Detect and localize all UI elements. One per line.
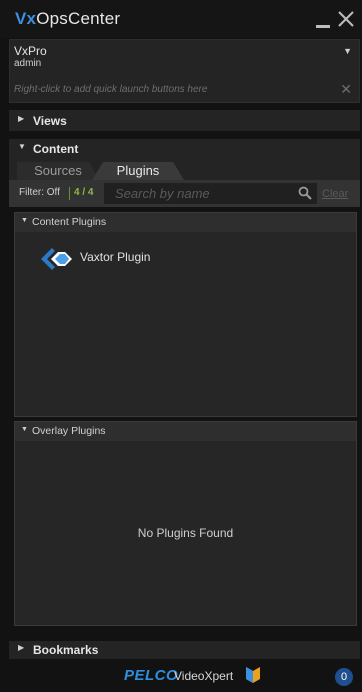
collapse-arrow-icon: ▼ xyxy=(21,217,28,224)
plugin-list-item[interactable]: Vaxtor Plugin xyxy=(25,246,345,272)
search-icon[interactable] xyxy=(298,186,312,200)
title-bar: VxOpsCenter xyxy=(0,0,362,38)
content-plugins-header[interactable]: ▼ Content Plugins xyxy=(15,213,356,232)
views-label: Views xyxy=(33,114,67,128)
product-name: VideoXpert xyxy=(174,669,234,683)
content-plugins-title: Content Plugins xyxy=(32,216,107,228)
expand-arrow-icon: ▶ xyxy=(18,643,25,652)
content-plugins-panel: ▼ Content Plugins Vaxtor Plugin xyxy=(14,212,357,417)
user-panel: VxPro admin ▼ Right-click to add quick l… xyxy=(9,39,360,103)
videoxpert-logo-icon xyxy=(246,667,260,683)
empty-state-text: No Plugins Found xyxy=(137,526,234,540)
quick-launch-area[interactable]: Right-click to add quick launch buttons … xyxy=(14,84,207,95)
content-label: Content xyxy=(33,142,79,156)
vaxtor-logo-icon xyxy=(41,248,72,270)
overlay-plugins-header[interactable]: ▼ Overlay Plugins xyxy=(15,422,356,441)
search-input[interactable] xyxy=(104,183,317,204)
close-icon[interactable] xyxy=(337,10,355,28)
collapse-arrow-icon: ▼ xyxy=(21,426,28,433)
notification-badge[interactable]: 0 xyxy=(335,668,353,686)
quick-launch-close-icon[interactable]: ✕ xyxy=(340,81,352,98)
filter-count: 4 / 4 xyxy=(74,187,94,198)
user-name: VxPro xyxy=(14,44,47,58)
views-section-header[interactable]: ▶ Views xyxy=(9,110,360,131)
filter-divider xyxy=(69,187,70,200)
content-section-header[interactable]: ▼ Content xyxy=(9,139,360,159)
overlay-plugins-title: Overlay Plugins xyxy=(32,425,106,437)
pelco-logo: PELCO xyxy=(124,667,179,684)
bookmarks-section-header[interactable]: ▶ Bookmarks xyxy=(9,641,360,659)
filter-bar: Filter: Off 4 / 4 Clear xyxy=(9,180,360,207)
plugin-name: Vaxtor Plugin xyxy=(80,250,151,264)
app-title-prefix: Vx xyxy=(15,9,37,28)
tab-sources[interactable]: Sources xyxy=(17,162,99,180)
app-title: VxOpsCenter xyxy=(15,9,120,29)
filter-toggle[interactable]: Filter: Off xyxy=(19,187,60,198)
app-title-suffix: OpsCenter xyxy=(36,9,121,28)
minimize-icon[interactable] xyxy=(316,12,330,28)
bookmarks-label: Bookmarks xyxy=(33,643,99,657)
expand-arrow-icon: ▶ xyxy=(18,114,25,123)
content-tabs: Sources Plugins xyxy=(9,159,360,180)
tab-plugins[interactable]: Plugins xyxy=(92,162,184,180)
user-role: admin xyxy=(14,58,42,69)
overlay-plugins-panel: ▼ Overlay Plugins No Plugins Found xyxy=(14,421,357,626)
collapse-arrow-icon: ▼ xyxy=(18,142,26,151)
user-dropdown-icon[interactable]: ▼ xyxy=(343,46,352,56)
clear-filter-link[interactable]: Clear xyxy=(322,188,348,200)
